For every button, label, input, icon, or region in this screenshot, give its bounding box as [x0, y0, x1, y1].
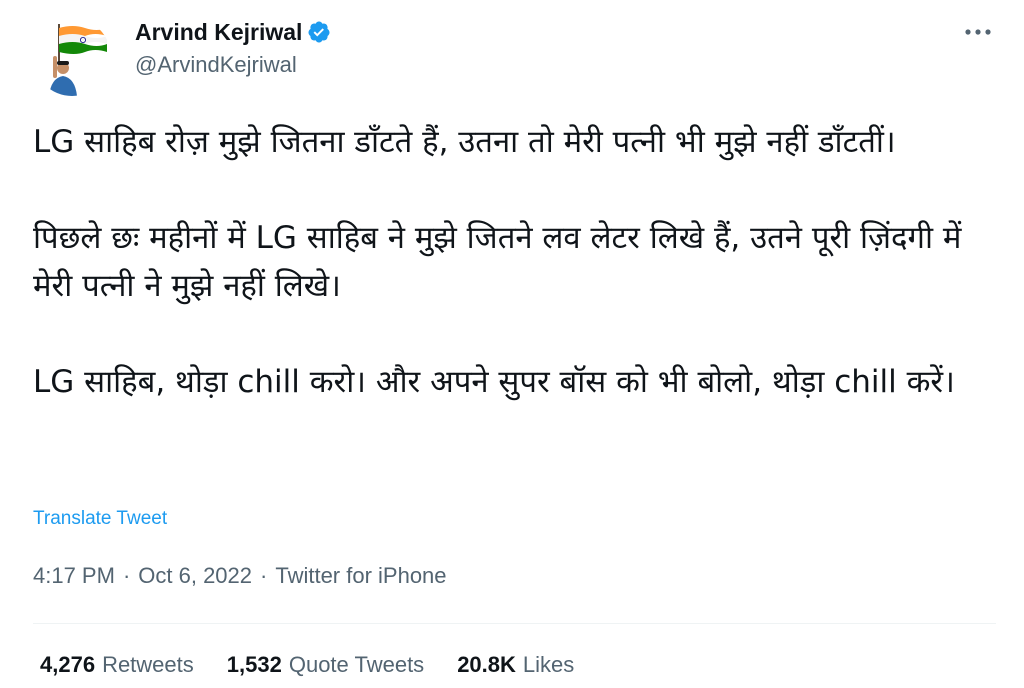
quote-tweets-count: 1,532 — [226, 652, 282, 677]
author-name[interactable]: Arvind Kejriwal — [135, 19, 302, 46]
tweet-paragraph: LG साहिब रोज़ मुझे जितना डाँटते हैं, उतन… — [33, 124, 896, 160]
author-handle[interactable]: @ArvindKejriwal — [135, 52, 331, 78]
tweet-date[interactable]: Oct 6, 2022 — [138, 563, 252, 589]
tweet-author: Arvind Kejriwal @ArvindKejriwal — [135, 15, 331, 78]
tweet-meta: 4:17 PM · Oct 6, 2022 · Twitter for iPho… — [33, 563, 447, 589]
quote-tweets-label: Quote Tweets — [288, 652, 425, 677]
translate-tweet-link[interactable]: Translate Tweet — [33, 508, 167, 530]
tweet-source[interactable]: Twitter for iPhone — [275, 563, 446, 589]
avatar[interactable] — [33, 18, 111, 96]
meta-separator: · — [260, 563, 268, 588]
tweet-paragraph: LG साहिब, थोड़ा chill करो। और अपने सुपर … — [33, 364, 955, 400]
quote-tweets-stat[interactable]: 1,532 Quote Tweets — [227, 652, 424, 678]
retweets-stat[interactable]: 4,276 Retweets — [40, 652, 194, 678]
tweet-stats: 4,276 Retweets 1,532 Quote Tweets 20.8K … — [40, 652, 574, 678]
retweets-label: Retweets — [102, 652, 194, 677]
verified-badge-icon — [307, 20, 331, 44]
divider — [33, 623, 996, 624]
tweet-time[interactable]: 4:17 PM — [33, 563, 115, 589]
likes-label: Likes — [522, 652, 575, 677]
avatar-image — [33, 18, 111, 96]
more-horizontal-icon — [965, 29, 991, 35]
likes-count: 20.8K — [457, 652, 516, 677]
tweet-paragraph: पिछले छः महीनों में LG साहिब ने मुझे जित… — [33, 220, 962, 304]
tweet-text: LG साहिब रोज़ मुझे जितना डाँटते हैं, उतन… — [33, 118, 988, 406]
meta-separator: · — [122, 563, 131, 588]
likes-stat[interactable]: 20.8K Likes — [457, 652, 574, 678]
more-options-button[interactable] — [960, 14, 996, 50]
retweets-count: 4,276 — [40, 652, 96, 677]
